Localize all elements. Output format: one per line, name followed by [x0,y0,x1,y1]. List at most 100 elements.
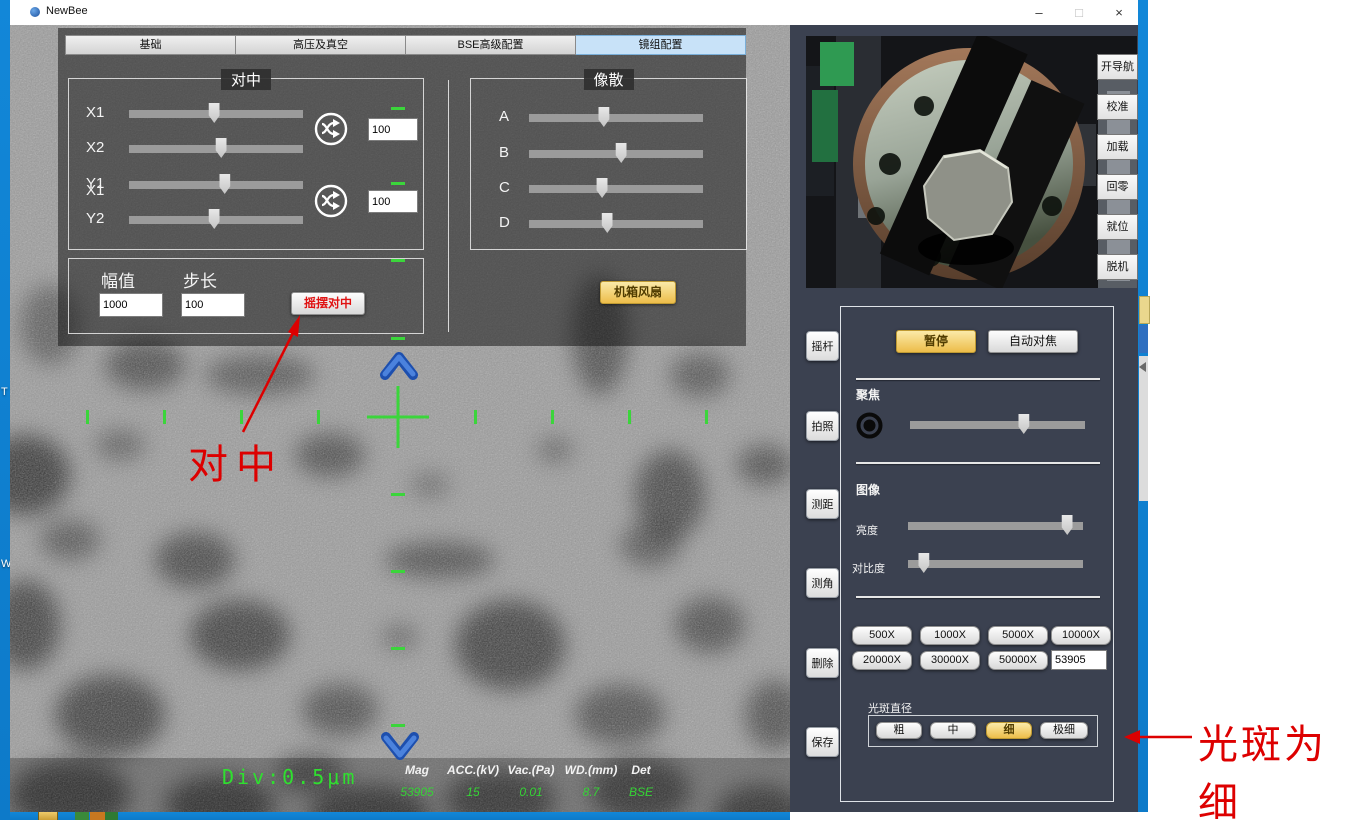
desktop-icon-letter-t: T [1,386,8,398]
x1-slider[interactable] [129,104,303,124]
status-value: 53905 [390,785,444,799]
spot-medium-button[interactable]: 中 [930,722,976,739]
minimize-button[interactable]: – [1024,3,1054,22]
delete-button[interactable]: 删除 [806,648,839,678]
status-header: Vac.(Pa) [502,763,560,777]
offline-button[interactable]: 脱机 [1097,254,1138,280]
load-button[interactable]: 加载 [1097,134,1138,160]
status-header: Det [622,763,660,777]
swap-y-icon[interactable] [314,184,348,218]
maximize-button[interactable]: □ [1064,3,1094,22]
step-label: 步长 [183,267,217,292]
wobble-groupbox: 幅值 步长 摇摆对中 [68,258,424,334]
separator [856,378,1100,380]
d-label: D [499,214,510,231]
status-value: 0.01 [502,785,560,799]
x1-label: X1 [86,104,104,121]
d-slider[interactable] [529,214,703,234]
swap-x-icon[interactable] [314,112,348,146]
focus-slider[interactable] [910,415,1085,435]
desktop-left-strip [0,0,10,820]
brightness-label: 亮度 [856,522,878,538]
centering-y-input[interactable] [368,190,418,213]
status-value: 8.7 [560,785,622,799]
y2-slider[interactable] [129,210,303,230]
scale-label: Div:0.5μm [222,765,357,789]
separator [856,462,1100,464]
brightness-slider[interactable] [908,516,1083,536]
wobble-centering-button[interactable]: 摇摆对中 [291,292,365,315]
mag-5000x-button[interactable]: 5000X [988,626,1048,645]
contrast-slider[interactable] [908,554,1083,574]
b-label: B [499,144,509,161]
status-value: BSE [622,785,660,799]
tab-lens-config[interactable]: 镜组配置 [576,35,746,55]
spot-coarse-button[interactable]: 粗 [876,722,922,739]
separator [856,596,1100,598]
tab-basic[interactable]: 基础 [65,35,236,55]
panel-divider [448,80,449,332]
astigmatism-title: 像散 [583,69,633,90]
tab-hv-vacuum[interactable]: 高压及真空 [236,35,406,55]
centering-x-input[interactable] [368,118,418,141]
c-slider[interactable] [529,179,703,199]
folder-icon [38,811,58,820]
c-label: C [499,179,510,196]
tab-bse-advanced[interactable]: BSE高级配置 [406,35,576,55]
mag-30000x-button[interactable]: 30000X [920,651,980,670]
spot-size-label: 光斑直径 [868,700,912,716]
focus-target-icon[interactable] [856,412,883,439]
y1-slider[interactable] [129,175,303,195]
mag-20000x-button[interactable]: 20000X [852,651,912,670]
mag-10000x-button[interactable]: 10000X [1051,626,1111,645]
a-slider[interactable] [529,108,703,128]
status-header: ACC.(kV) [444,763,502,777]
x2-slider[interactable] [129,139,303,159]
return-zero-button[interactable]: 回零 [1097,174,1138,200]
mag-50000x-button[interactable]: 50000X [988,651,1048,670]
titlebar [10,0,1138,26]
status-readout: Mag53905 ACC.(kV)15 Vac.(Pa)0.01 WD.(mm)… [390,763,660,808]
spot-fine-button[interactable]: 细 [986,722,1032,739]
spot-ultrafine-button[interactable]: 极细 [1040,722,1088,739]
step-input[interactable] [181,293,245,317]
window-title: NewBee [46,5,88,17]
background-window-fragment-yellow [1139,296,1150,324]
mag-custom-input[interactable] [1051,650,1107,670]
x2-label: X2 [86,139,104,156]
annotation-spot-text: 光斑为细 [1198,712,1366,820]
mag-1000x-button[interactable]: 1000X [920,626,980,645]
app-logo-icon [30,7,40,17]
contrast-label: 对比度 [852,560,885,576]
taskbar-icon-green2 [105,811,118,820]
chamber-camera-view [806,36,1137,288]
amplitude-label: 幅值 [101,267,135,292]
calibrate-button[interactable]: 校准 [1097,94,1138,120]
b-slider[interactable] [529,144,703,164]
autofocus-button[interactable]: 自动对焦 [988,330,1078,353]
close-button[interactable]: × [1104,3,1134,22]
in-position-button[interactable]: 就位 [1097,214,1138,240]
amplitude-input[interactable] [99,293,163,317]
mag-500x-button[interactable]: 500X [852,626,912,645]
centering-title: 对中 [221,69,271,90]
save-button[interactable]: 保存 [806,727,839,757]
astigmatism-groupbox: 像散 A B C D [470,78,747,250]
background-window-fragment-blue [1139,325,1148,353]
background-window-fragment-gray [1139,356,1148,501]
chassis-fan-button[interactable]: 机箱风扇 [600,281,676,304]
a-label: A [499,108,509,125]
pause-button[interactable]: 暂停 [896,330,976,353]
focus-label: 聚焦 [856,386,880,403]
status-header: WD.(mm) [560,763,622,777]
status-value: 15 [444,785,502,799]
image-section-label: 图像 [856,481,880,498]
centering-groupbox: 对中 X1 X1 X2 Y1 Y2 [68,78,424,250]
desktop-bottom-strip [10,812,790,820]
open-navigation-button[interactable]: 开导航 [1097,54,1138,80]
annotation-centering-text: 对中 [188,432,284,490]
measure-angle-button[interactable]: 测角 [806,568,839,598]
measure-distance-button[interactable]: 测距 [806,489,839,519]
snapshot-button[interactable]: 拍照 [806,411,839,441]
joystick-button[interactable]: 摇杆 [806,331,839,361]
